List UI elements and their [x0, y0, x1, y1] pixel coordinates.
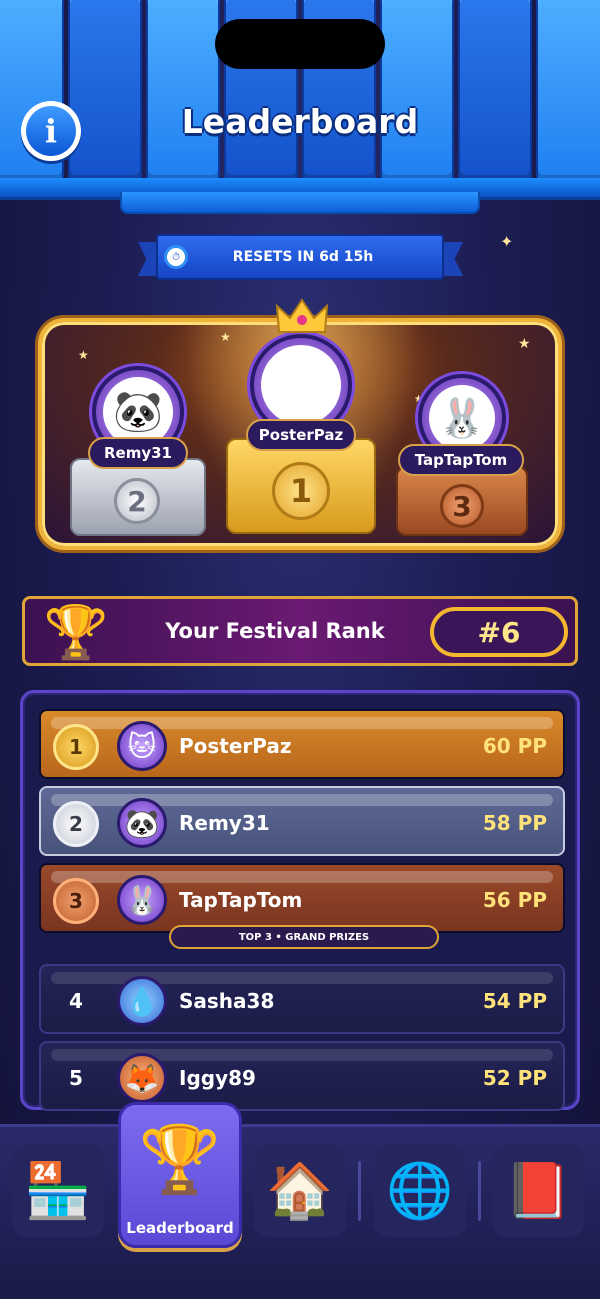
player-points: 58 PP	[482, 811, 547, 835]
player-points: 56 PP	[482, 888, 547, 912]
house-icon: 🏠	[266, 1159, 334, 1222]
player-name: Iggy89	[179, 1066, 256, 1090]
reset-timer: RESETS IN 6d 15h	[232, 249, 374, 265]
festival-rank-label: Your Festival Rank	[165, 619, 385, 643]
podium-name-second: Remy31	[88, 437, 188, 469]
player-name: TapTapTom	[179, 888, 303, 912]
globe-icon: 🌐	[386, 1159, 454, 1222]
player-name: Remy31	[179, 811, 270, 835]
nav-globe[interactable]: 🌐	[374, 1145, 466, 1237]
bunny-icon: 🐰	[117, 875, 167, 925]
player-points: 54 PP	[482, 989, 547, 1013]
sparkle-icon: ★	[518, 336, 531, 352]
player-name: Sasha38	[179, 989, 275, 1013]
podium-name-third: TapTapTom	[398, 444, 524, 476]
leaderboard-row[interactable]: 1 🐱 PosterPaz 60 PP	[39, 709, 565, 779]
cat-icon: 🐱	[117, 721, 167, 771]
fox-icon: 🦊	[117, 1053, 167, 1103]
nav-divider	[478, 1161, 481, 1221]
leaderboard-list[interactable]: 1 🐱 PosterPaz 60 PP 2 🐼 Remy31 58 PP 3 🐰…	[20, 690, 580, 1111]
podium-name-first: PosterPaz	[246, 419, 356, 451]
device-notch	[215, 19, 385, 69]
leaderboard-row[interactable]: 5 🦊 Iggy89 52 PP	[39, 1041, 565, 1111]
photo-album-icon: 📕	[504, 1159, 572, 1222]
nav-leaderboard-label: Leaderboard	[126, 1219, 234, 1237]
nav-album[interactable]: 📕	[492, 1145, 584, 1237]
nav-shop[interactable]: 🏪	[12, 1145, 104, 1237]
rank-badge: 3	[53, 878, 99, 924]
header-tab	[120, 192, 480, 214]
medal-first: 1	[272, 462, 330, 520]
rank-number: 4	[69, 989, 83, 1013]
medal-second: 2	[114, 478, 160, 524]
leaderboard-row[interactable]: 2 🐼 Remy31 58 PP	[39, 786, 565, 856]
medal-third: 3	[440, 484, 484, 528]
trophy-icon: 🏆	[43, 603, 109, 663]
festival-rank-value: #6	[430, 607, 568, 657]
sparkle-icon: ★	[220, 330, 231, 344]
leaderboard-row[interactable]: 3 🐰 TapTapTom 56 PP	[39, 863, 565, 933]
player-points: 52 PP	[482, 1066, 547, 1090]
grand-prizes-banner: TOP 3 • GRAND PRIZES	[169, 925, 439, 949]
player-points: 60 PP	[482, 734, 547, 758]
shop-stall-icon: 🏪	[24, 1159, 92, 1222]
nav-home[interactable]: 🏠	[254, 1145, 346, 1237]
nav-divider	[358, 1161, 361, 1221]
sparkle-icon: ★	[78, 348, 89, 362]
nav-leaderboard[interactable]: 🏆 Leaderboard	[118, 1102, 242, 1248]
crown-icon	[275, 298, 329, 333]
festival-rank-bar: 🏆 Your Festival Rank #6	[22, 596, 578, 666]
rank-badge: 2	[53, 801, 99, 847]
leaderboard-row[interactable]: 4 💧 Sasha38 54 PP	[39, 964, 565, 1034]
page-title: Leaderboard	[181, 102, 419, 141]
bottom-nav: 🏪 🏠 🌐 📕	[0, 1124, 600, 1299]
water-drop-icon: 💧	[117, 976, 167, 1026]
panda-icon: 🐼	[117, 798, 167, 848]
reset-banner: ⏱ RESETS IN 6d 15h	[138, 234, 463, 280]
player-name: PosterPaz	[179, 734, 292, 758]
cat-icon: 🐱	[261, 345, 341, 425]
bunny-icon: 🐰	[429, 385, 495, 451]
rank-badge: 1	[53, 724, 99, 770]
rank-number: 5	[69, 1066, 83, 1090]
trophy-icon: 🏆	[138, 1121, 222, 1198]
sparkle-icon: ✦	[500, 232, 514, 251]
